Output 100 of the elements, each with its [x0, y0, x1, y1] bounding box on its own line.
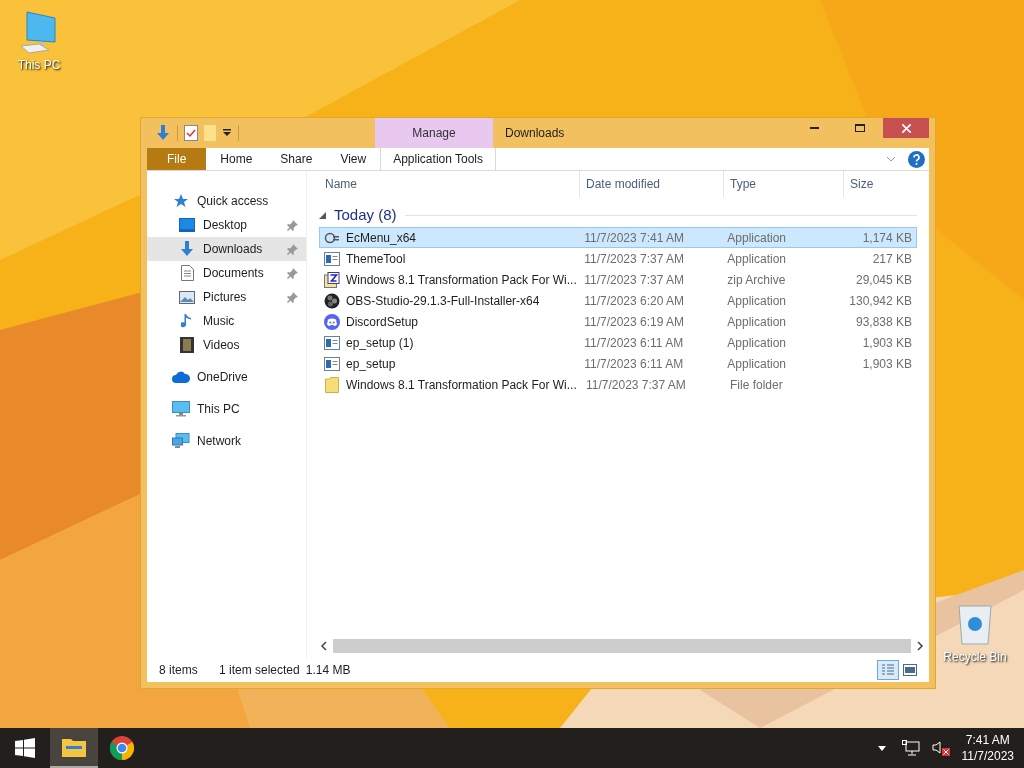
size-cell-text: 217 KB — [871, 250, 913, 268]
recycle-bin-icon[interactable] — [955, 602, 995, 646]
size-cell-text: 1,903 KB — [861, 355, 913, 373]
help-icon[interactable] — [908, 150, 925, 168]
type-cell-text: Application — [726, 334, 787, 352]
nav-item[interactable]: Music — [147, 309, 306, 333]
size-cell-text: 1,903 KB — [861, 334, 913, 352]
item-count: 8 items — [159, 662, 199, 679]
folder-icon — [325, 376, 339, 393]
collapse-triangle-icon[interactable] — [319, 211, 326, 219]
nav-item[interactable]: OneDrive — [147, 365, 306, 389]
file-row[interactable]: DiscordSetup 11/7/2023 6:19 AM Application 93,838 KB — [319, 311, 917, 332]
scroll-left-icon[interactable] — [319, 640, 329, 651]
obs-icon — [324, 292, 340, 309]
nav-item[interactable]: Network — [147, 429, 306, 453]
type-cell-text: File folder — [729, 376, 784, 394]
nav-item[interactable]: Quick access — [147, 189, 306, 213]
caret-up-icon[interactable] — [877, 745, 886, 751]
file-row[interactable]: ThemeTool 11/7/2023 7:37 AM Application 217 KB — [319, 248, 917, 269]
file-row[interactable]: Windows 8.1 Transformation Pack For Wi... 11/7/2023 7:37 AM zip Archive 29,045 KB — [319, 269, 917, 290]
pin-icon[interactable] — [287, 219, 298, 231]
nav-item[interactable]: Videos — [147, 333, 306, 357]
file-row[interactable]: ep_setup 11/7/2023 6:11 AM Application 1,903 KB — [319, 353, 917, 374]
explorer-taskbar-button[interactable] — [50, 728, 98, 768]
down-arrow-icon[interactable] — [155, 125, 171, 141]
size-cell-text: 93,838 KB — [854, 313, 913, 331]
tiles-view-icon — [903, 664, 917, 676]
ribbon-tab[interactable]: Share — [266, 148, 327, 170]
nav-label: Pictures — [203, 289, 248, 306]
nav-item[interactable]: Pictures — [147, 285, 306, 309]
type-cell-text: zip Archive — [726, 271, 787, 289]
file-row[interactable]: Windows 8.1 Transformation Pack For Wi... 11/7/2023 7:37 AM File folder — [319, 374, 917, 395]
date-cell-text: 11/7/2023 6:19 AM — [583, 313, 686, 331]
application-icon — [324, 356, 340, 371]
selection-size: 1.14 MB — [305, 662, 351, 679]
size-cell-text: 1,174 KB — [861, 229, 913, 247]
computer-icon[interactable] — [19, 10, 59, 54]
chevron-down-icon[interactable] — [886, 156, 896, 162]
column-header[interactable]: Size — [843, 171, 921, 197]
file-name: ep_setup (1) — [346, 334, 414, 352]
nav-item[interactable]: Desktop — [147, 213, 306, 237]
file-name: Windows 8.1 Transformation Pack For Wi... — [346, 271, 577, 289]
caret-icon[interactable] — [222, 128, 232, 138]
nav-label: Quick access — [197, 193, 270, 210]
column-header[interactable]: Name — [319, 171, 579, 197]
nav-item[interactable]: Documents — [147, 261, 306, 285]
type-cell-text: Application — [726, 292, 787, 310]
column-header[interactable]: Type — [723, 171, 843, 197]
star-icon — [173, 193, 189, 209]
ribbon-tab[interactable]: File — [147, 148, 207, 170]
date-cell-text: 11/7/2023 6:11 AM — [583, 334, 685, 352]
pin-icon[interactable] — [287, 267, 298, 279]
clock-time[interactable]: 7:41 AM — [965, 732, 1010, 748]
ribbon-tab[interactable]: Application Tools — [380, 148, 497, 170]
size-cell-text: 130,942 KB — [848, 292, 913, 310]
file-name: ThemeTool — [346, 250, 406, 268]
chrome-icon — [110, 736, 134, 760]
properties-icon[interactable] — [184, 125, 198, 141]
nav-item[interactable]: This PC — [147, 397, 306, 421]
file-row[interactable]: ep_setup (1) 11/7/2023 6:11 AM Application 1,903 KB — [319, 332, 917, 353]
discord-icon — [324, 313, 340, 330]
clock-date[interactable]: 11/7/2023 — [961, 748, 1014, 764]
contextual-group-label: Manage — [412, 125, 456, 142]
details-view-icon — [881, 664, 895, 676]
file-name: OBS-Studio-29.1.3-Full-Installer-x64 — [346, 292, 540, 310]
picture-icon — [179, 290, 195, 304]
file-row[interactable]: EcMenu_x64 11/7/2023 7:41 AM Application 1,174 KB — [319, 227, 917, 248]
application-icon — [324, 230, 340, 245]
nav-label: Downloads — [203, 241, 264, 258]
speaker-muted-icon[interactable] — [931, 740, 950, 756]
type-cell-text: Application — [726, 355, 787, 373]
cloud-icon — [172, 371, 190, 383]
group-header[interactable]: Today (8) — [319, 203, 929, 227]
desktop-icon — [179, 218, 195, 232]
file-name: Windows 8.1 Transformation Pack For Wi... — [346, 376, 577, 394]
date-cell-text: 11/7/2023 6:11 AM — [583, 355, 685, 373]
type-cell-text: Application — [726, 313, 787, 331]
file-name: EcMenu_x64 — [346, 229, 417, 247]
file-row[interactable]: OBS-Studio-29.1.3-Full-Installer-x64 11/7/2023 6:20 AM Application 130,942 KB — [319, 290, 917, 311]
network-icon[interactable] — [901, 740, 920, 756]
date-cell-text: 11/7/2023 7:37 AM — [583, 250, 686, 268]
selection-status: 1 item selected — [219, 662, 300, 679]
date-cell-text: 11/7/2023 7:37 AM — [583, 271, 686, 289]
folder-icon — [62, 737, 86, 757]
file-name: ep_setup — [346, 355, 396, 373]
scroll-right-icon[interactable] — [915, 640, 925, 651]
windows-logo-icon — [15, 738, 35, 758]
down-arrow-icon — [179, 241, 195, 257]
date-cell-text: 11/7/2023 7:41 AM — [583, 229, 686, 247]
film-icon — [180, 337, 194, 353]
horizontal-scrollbar[interactable] — [333, 638, 911, 653]
column-header[interactable]: Date modified — [579, 171, 723, 197]
nav-item[interactable]: Downloads — [147, 237, 306, 261]
ribbon-tab[interactable]: View — [326, 148, 381, 170]
monitor-icon — [172, 401, 190, 417]
pin-icon[interactable] — [287, 291, 298, 303]
application-icon — [324, 335, 340, 350]
nav-label: Desktop — [203, 217, 249, 234]
close-button[interactable] — [883, 118, 929, 138]
ribbon-tab[interactable]: Home — [206, 148, 267, 170]
